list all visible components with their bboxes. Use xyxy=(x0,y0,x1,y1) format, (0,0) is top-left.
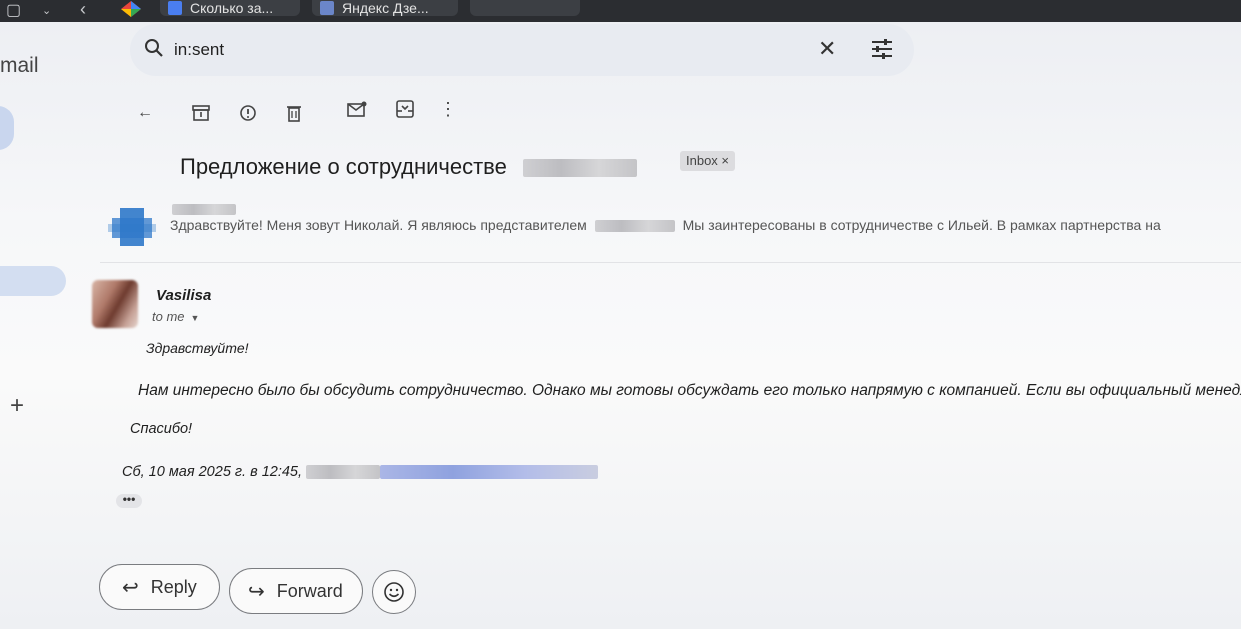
thread-subject: Предложение о сотрудничестве xyxy=(180,154,637,180)
quote-header: Сб, 10 мая 2025 г. в 12:45, xyxy=(122,464,599,480)
app-brand[interactable]: mail xyxy=(0,54,39,78)
sidebar-toggle-icon[interactable]: ▢ xyxy=(6,0,21,22)
search-icon[interactable] xyxy=(144,38,164,63)
add-label-icon[interactable]: + xyxy=(10,392,24,420)
redacted-email-link xyxy=(380,465,599,480)
search-input[interactable]: in:sent xyxy=(174,40,224,60)
tab-label: Яндекс Дзе... xyxy=(342,0,429,16)
redacted-block xyxy=(306,465,381,480)
reply-button[interactable]: ↩ Reply xyxy=(99,564,220,610)
move-to-icon[interactable] xyxy=(394,98,416,120)
redacted-block xyxy=(594,220,675,233)
redacted-block xyxy=(522,159,637,178)
tab-label: Сколько за... xyxy=(190,0,274,16)
sender-name[interactable]: Vasilisa xyxy=(156,287,211,304)
search-options-icon[interactable] xyxy=(870,38,894,65)
emoji-reaction-button[interactable] xyxy=(372,570,416,614)
clear-search-icon[interactable]: ✕ xyxy=(818,36,836,62)
message-closing: Спасибо! xyxy=(130,421,193,437)
redacted-sender xyxy=(172,204,236,215)
delete-icon[interactable] xyxy=(283,102,305,124)
recipient-line[interactable]: to me ▼ xyxy=(152,309,199,324)
chevron-down-icon[interactable]: ⌄ xyxy=(42,0,51,22)
quote-date: Сб, 10 мая 2025 г. в 12:45, xyxy=(122,464,303,480)
forward-label: Forward xyxy=(276,580,343,601)
archive-icon[interactable] xyxy=(190,102,212,124)
search-bar[interactable]: in:sent ✕ xyxy=(130,24,914,76)
compose-button[interactable] xyxy=(0,106,14,150)
reply-icon: ↩ xyxy=(122,576,139,599)
forward-icon: ↪ xyxy=(248,580,265,603)
browser-tab[interactable]: Сколько за... xyxy=(160,0,300,16)
report-spam-icon[interactable] xyxy=(237,102,259,124)
browser-tab-strip: ▢ ⌄ ‹ Сколько за... Яндекс Дзе... xyxy=(0,0,1241,22)
snippet-end: Мы заинтересованы в сотрудничестве с Иль… xyxy=(682,217,1161,233)
caret-down-icon[interactable]: ▼ xyxy=(191,313,200,323)
recipient-text: to me xyxy=(152,309,185,324)
back-arrow-icon[interactable]: ← xyxy=(134,102,156,124)
show-trimmed-content[interactable]: ••• xyxy=(116,493,142,508)
forward-button[interactable]: ↪ Forward xyxy=(229,568,363,614)
mark-unread-icon[interactable] xyxy=(346,98,368,120)
browser-tab[interactable] xyxy=(470,0,580,16)
gmail-screen: ▢ ⌄ ‹ Сколько за... Яндекс Дзе... mail + xyxy=(0,0,1241,629)
message-divider xyxy=(100,262,1241,263)
more-options-icon[interactable]: ⋮ xyxy=(437,98,459,120)
reply-label: Reply xyxy=(150,576,197,597)
avatar xyxy=(92,280,138,328)
back-icon[interactable]: ‹ xyxy=(80,0,86,20)
smiley-icon xyxy=(384,582,404,602)
document-icon xyxy=(320,1,334,15)
avatar xyxy=(108,204,156,250)
message-snippet[interactable]: Здравствуйте! Меня зовут Николай. Я явля… xyxy=(170,217,1161,233)
inbox-label-badge[interactable]: Inbox × xyxy=(680,151,736,171)
app-logo-icon[interactable] xyxy=(120,0,142,18)
document-icon xyxy=(168,1,182,15)
message-greeting: Здравствуйте! xyxy=(146,340,249,356)
message-paragraph: Нам интересно было бы обсудить сотруднич… xyxy=(138,382,1241,399)
subject-text: Предложение о сотрудничестве xyxy=(180,154,507,179)
snippet-start: Здравствуйте! Меня зовут Николай. Я явля… xyxy=(170,217,587,233)
nav-item-selected[interactable] xyxy=(0,266,66,296)
browser-tab[interactable]: Яндекс Дзе... xyxy=(312,0,458,16)
